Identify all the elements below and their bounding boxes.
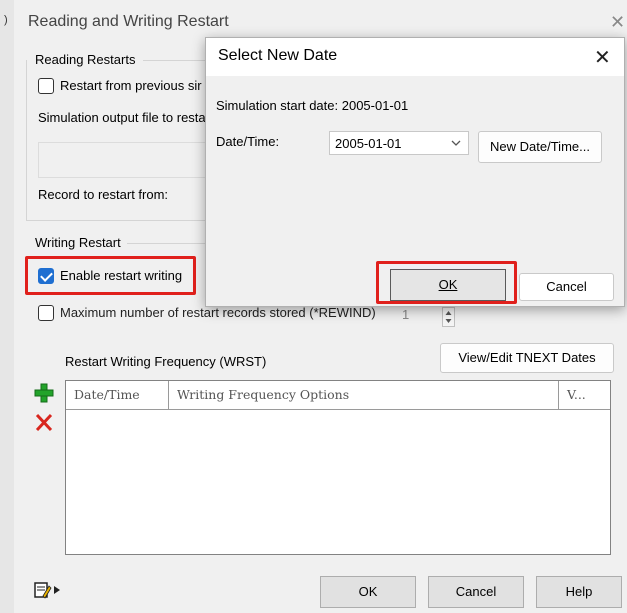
ok-button[interactable]: OK	[320, 576, 416, 608]
popup-cancel-label: Cancel	[546, 279, 587, 294]
restart-from-previous-label: Restart from previous sir	[60, 78, 202, 93]
enable-writing-highlight-box	[25, 256, 196, 295]
new-date-time-button[interactable]: New Date/Time...	[478, 131, 602, 163]
popup-ok-highlight-box	[376, 261, 517, 304]
table-header-divider	[66, 409, 610, 410]
dialog-title: Reading and Writing Restart	[28, 13, 229, 30]
chevron-down-icon	[449, 136, 463, 150]
date-time-select-value: 2005-01-01	[335, 136, 402, 151]
date-time-select[interactable]: 2005-01-01	[329, 131, 469, 155]
date-time-label: Date/Time:	[216, 134, 280, 149]
max-restart-records-checkbox[interactable]	[38, 305, 54, 321]
edit-keywords-icon[interactable]	[33, 580, 63, 600]
max-restart-records-value[interactable]: 1	[402, 307, 409, 322]
popup-close-icon[interactable]: ✕	[594, 45, 611, 70]
window-edge-glyph: )	[4, 14, 8, 26]
output-file-field[interactable]	[38, 142, 210, 178]
record-to-restart-label: Record to restart from:	[38, 187, 169, 202]
dialog-close-icon[interactable]: ✕	[610, 12, 625, 33]
writing-frequency-table[interactable]: Date/Time Writing Frequency Options V...	[65, 380, 611, 555]
delete-row-icon[interactable]	[34, 412, 54, 432]
max-restart-records-label: Maximum number of restart records stored…	[60, 305, 376, 320]
restart-from-previous-checkbox[interactable]	[38, 78, 54, 94]
help-button[interactable]: Help	[536, 576, 622, 608]
column-header-writing-frequency-options[interactable]: Writing Frequency Options	[169, 381, 559, 409]
column-header-date-time[interactable]: Date/Time	[66, 381, 169, 409]
popup-cancel-button[interactable]: Cancel	[519, 273, 614, 301]
writing-restart-group-label: Writing Restart	[35, 235, 121, 250]
view-edit-tnext-dates-button[interactable]: View/Edit TNEXT Dates	[440, 343, 614, 373]
max-restart-records-spinner[interactable]	[442, 307, 455, 327]
simulation-start-date-text: Simulation start date: 2005-01-01	[216, 98, 409, 113]
background-window-edge: )	[0, 0, 15, 613]
cancel-button[interactable]: Cancel	[428, 576, 524, 608]
output-file-label: Simulation output file to resta	[38, 110, 206, 125]
column-header-value[interactable]: V...	[559, 381, 610, 409]
popup-title: Select New Date	[218, 47, 338, 64]
writing-restart-group-line	[127, 243, 213, 244]
add-row-icon[interactable]	[34, 383, 54, 403]
restart-writing-frequency-label: Restart Writing Frequency (WRST)	[65, 354, 267, 369]
